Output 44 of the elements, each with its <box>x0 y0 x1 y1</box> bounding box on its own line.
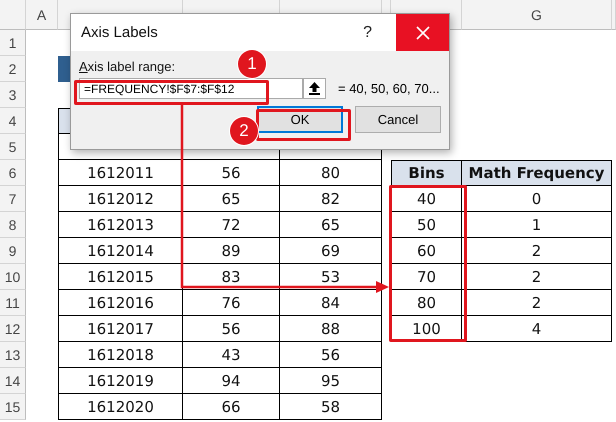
table-cell: 80 <box>280 160 382 186</box>
table-cell: 40 <box>391 186 462 212</box>
table-cell: 56 <box>183 316 280 342</box>
table-cell: 1612014 <box>58 238 183 264</box>
table-cell: 0 <box>462 186 612 212</box>
table-cell: 1612012 <box>58 186 183 212</box>
table-cell: 72 <box>183 212 280 238</box>
table-cell: 80 <box>391 290 462 316</box>
table-cell: 56 <box>280 342 382 368</box>
table-cell: 60 <box>391 238 462 264</box>
table-cell: 58 <box>280 394 382 420</box>
table-cell: 1612011 <box>58 160 183 186</box>
table-cell: 82 <box>280 186 382 212</box>
table-cell: 84 <box>280 290 382 316</box>
range-preview: = 40, 50, 60, 70... <box>338 81 440 96</box>
table-cell: 65 <box>183 186 280 212</box>
table-cell: 2 <box>462 290 612 316</box>
table-cell: 1612017 <box>58 316 183 342</box>
table-cell: 70 <box>391 264 462 290</box>
column-heading: Math Frequency <box>462 160 612 186</box>
table-cell: 1612020 <box>58 394 183 420</box>
table-cell: 95 <box>280 368 382 394</box>
table-cell: 94 <box>183 368 280 394</box>
table-cell: 1612019 <box>58 368 183 394</box>
table-cell: 1612013 <box>58 212 183 238</box>
table-cell: 88 <box>280 316 382 342</box>
table-cell: 50 <box>391 212 462 238</box>
table-cell: 1612015 <box>58 264 183 290</box>
table-cell: 43 <box>183 342 280 368</box>
table-cell: 1612018 <box>58 342 183 368</box>
table-cell: 2 <box>462 238 612 264</box>
table-cell: 89 <box>183 238 280 264</box>
table-cell: 4 <box>462 316 612 342</box>
table-cell: 65 <box>280 212 382 238</box>
dialog-title: Axis Labels <box>81 24 159 41</box>
table-cell: 1612016 <box>58 290 183 316</box>
table-cell: 1 <box>462 212 612 238</box>
table-cell: 69 <box>280 238 382 264</box>
column-heading: Bins <box>391 160 462 186</box>
table-cell: 76 <box>183 290 280 316</box>
table-cell: 56 <box>183 160 280 186</box>
table-cell: 66 <box>183 394 280 420</box>
table-cell: 2 <box>462 264 612 290</box>
field-label: Axis label range: <box>79 59 176 74</box>
